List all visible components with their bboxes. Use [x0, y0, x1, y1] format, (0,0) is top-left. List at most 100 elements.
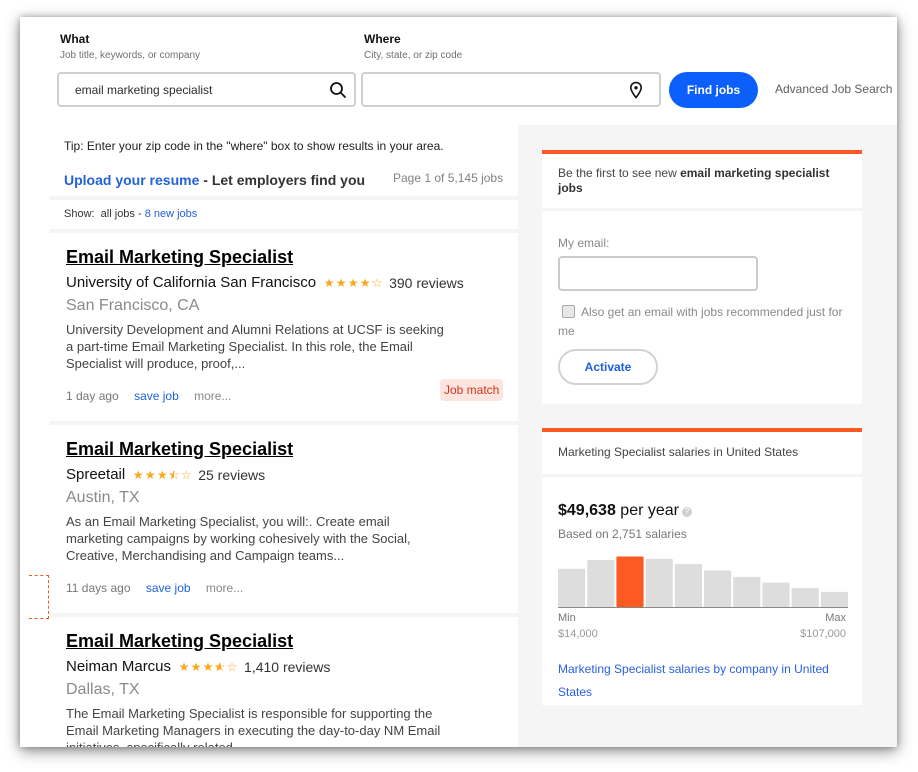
salary-amount: $49,638 per year?	[558, 502, 692, 520]
new-jobs-link[interactable]: 8 new jobs	[145, 208, 198, 220]
company-name[interactable]: Spreetail	[66, 466, 125, 483]
histogram-bar	[674, 564, 702, 607]
posted-date: 1 day ago	[66, 389, 119, 403]
what-input-value: email marketing specialist	[75, 83, 213, 97]
help-icon[interactable]: ?	[681, 507, 692, 517]
show-label: Show: all jobs -	[64, 208, 145, 220]
page-count: Page 1 of 5,145 jobs	[393, 171, 504, 185]
company-line: University of California San Francisco ★…	[66, 274, 464, 291]
what-input[interactable]: email marketing specialist	[57, 72, 356, 107]
star-icon: ☆★	[214, 659, 226, 674]
star-icon: ★	[347, 275, 359, 290]
reviews-link[interactable]: 25 reviews	[198, 467, 265, 483]
histogram-bar-highlight	[616, 556, 644, 607]
show-filter: Show: all jobs - 8 new jobs	[49, 200, 518, 229]
salary-period: per year	[615, 502, 679, 519]
job-title-link[interactable]: Email Marketing Specialist	[66, 631, 293, 652]
histogram-bar	[645, 558, 673, 607]
email-input[interactable]	[558, 256, 758, 291]
hist-max-value: $107,000	[800, 628, 846, 640]
company-line: Neiman Marcus ★ ★ ★ ☆ ★ ☆ 1,410 reviews	[66, 658, 330, 675]
star-icon: ★	[144, 467, 156, 482]
salary-histogram	[558, 556, 848, 608]
job-match-badge: Job match	[440, 379, 504, 401]
hist-min-value: $14,000	[558, 628, 598, 640]
tip-text: Tip: Enter your zip code in the "where" …	[64, 139, 444, 153]
star-icon: ☆	[180, 467, 192, 482]
job-alert-widget: Be the first to see new email marketing …	[542, 150, 862, 404]
job-meta: 11 days ago save job more...	[66, 581, 243, 595]
star-icon: ☆	[226, 659, 238, 674]
job-alert-heading-prefix: Be the first to see new	[558, 166, 681, 180]
job-card[interactable]: Email Marketing Specialist University of…	[49, 233, 518, 421]
star-icon: ☆★	[168, 467, 180, 482]
rating-stars: ★★★★☆★	[323, 276, 383, 290]
job-location: Dallas, TX	[66, 681, 140, 698]
recommend-checkbox-row[interactable]: Also get an email with jobs recommended …	[558, 303, 858, 341]
job-title-link[interactable]: Email Marketing Specialist	[66, 247, 293, 268]
where-input[interactable]	[361, 72, 661, 107]
job-title-link[interactable]: Email Marketing Specialist	[66, 439, 293, 460]
hist-max-label: Max	[825, 612, 846, 624]
salary-value: $49,638	[558, 502, 616, 519]
posted-date: 11 days ago	[66, 581, 131, 595]
reviews-link[interactable]: 390 reviews	[389, 275, 464, 291]
star-icon: ★	[323, 275, 335, 290]
reviews-link[interactable]: 1,410 reviews	[244, 659, 330, 675]
job-snippet: University Development and Alumni Relati…	[66, 322, 444, 371]
what-hint: Job title, keywords, or company	[60, 50, 201, 61]
hist-min-label: Min	[558, 612, 576, 624]
tip-box: Tip: Enter your zip code in the "where" …	[49, 125, 518, 196]
rating-stars: ★ ★ ★ ☆ ★ ☆	[132, 468, 192, 482]
browser-window: What Job title, keywords, or company ema…	[20, 17, 897, 747]
job-card[interactable]: Email Marketing Specialist Spreetail ★ ★ ★…	[49, 425, 518, 613]
advanced-job-search-link[interactable]: Advanced Job Search	[775, 82, 892, 96]
job-alert-heading: Be the first to see new email marketing …	[542, 154, 862, 211]
job-snippet: The Email Marketing Specialist is respon…	[66, 706, 441, 747]
histogram-bar	[558, 568, 586, 607]
more-link[interactable]: more...	[194, 389, 231, 403]
salaries-by-company-link[interactable]: Marketing Specialist salaries by company…	[558, 658, 848, 704]
company-name[interactable]: University of California San Francisco	[66, 274, 316, 291]
histogram-bar	[587, 560, 615, 607]
star-icon: ☆★	[371, 275, 383, 290]
location-pin-icon	[629, 81, 643, 99]
star-icon: ★	[156, 467, 168, 482]
recommend-checkbox-label: Also get an email with jobs recommended …	[558, 305, 843, 338]
upload-resume-line: Upload your resume - Let employers find …	[64, 172, 365, 188]
where-label: Where	[364, 32, 401, 46]
job-snippet: As an Email Marketing Specialist, you wi…	[66, 514, 411, 563]
salary-based-on: Based on 2,751 salaries	[558, 527, 687, 541]
dashed-placeholder	[29, 575, 49, 619]
find-jobs-button[interactable]: Find jobs	[669, 72, 758, 108]
save-job-link[interactable]: save job	[146, 581, 191, 595]
company-line: Spreetail ★ ★ ★ ☆ ★ ☆ 25 reviews	[66, 466, 265, 483]
job-meta: 1 day ago save job more...	[66, 389, 231, 403]
rating-stars: ★ ★ ★ ☆ ★ ☆	[178, 660, 238, 674]
more-link[interactable]: more...	[206, 581, 243, 595]
upload-resume-link[interactable]: Upload your resume	[64, 172, 199, 188]
where-hint: City, state, or zip code	[364, 50, 463, 61]
star-icon: ★	[359, 275, 371, 290]
histogram-bar	[704, 570, 732, 607]
what-label: What	[60, 32, 90, 46]
email-label: My email:	[558, 236, 610, 250]
histogram-bar	[733, 576, 761, 607]
activate-button[interactable]: Activate	[558, 349, 658, 385]
upload-resume-suffix: - Let employers find you	[199, 172, 366, 188]
star-icon: ★	[335, 275, 347, 290]
salary-widget: Marketing Specialist salaries in United …	[542, 428, 862, 705]
save-job-link[interactable]: save job	[134, 389, 179, 403]
histogram-bar	[791, 587, 819, 607]
company-name[interactable]: Neiman Marcus	[66, 658, 171, 675]
search-header: What Job title, keywords, or company ema…	[20, 17, 897, 125]
star-icon: ★	[202, 659, 214, 674]
star-icon: ★	[178, 659, 190, 674]
search-icon[interactable]	[329, 81, 347, 99]
results-column: Tip: Enter your zip code in the "where" …	[29, 125, 518, 747]
job-location: Austin, TX	[66, 489, 140, 506]
histogram-bar	[820, 591, 848, 607]
recommend-checkbox[interactable]	[562, 305, 575, 318]
histogram-bar	[762, 582, 790, 607]
job-card[interactable]: Email Marketing Specialist Neiman Marcus…	[49, 617, 518, 747]
